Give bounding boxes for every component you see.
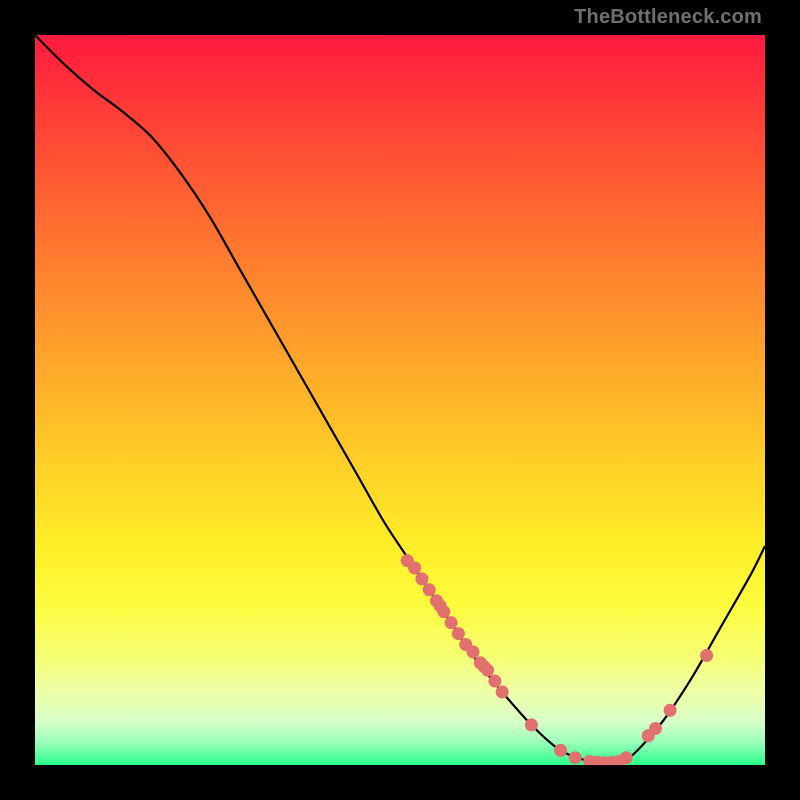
watermark-text: TheBottleneck.com xyxy=(574,6,762,29)
data-marker xyxy=(488,675,501,688)
data-marker xyxy=(423,583,436,596)
data-marker xyxy=(525,718,538,731)
data-marker xyxy=(408,561,421,574)
data-marker xyxy=(649,722,662,735)
data-marker xyxy=(569,751,582,764)
data-marker xyxy=(481,664,494,677)
data-marker xyxy=(664,704,677,717)
data-marker xyxy=(437,605,450,618)
data-marker xyxy=(415,572,428,585)
data-marker xyxy=(554,744,567,757)
data-marker xyxy=(620,751,633,764)
data-marker xyxy=(700,649,713,662)
data-marker xyxy=(496,686,509,699)
bottleneck-chart xyxy=(35,35,765,765)
data-marker xyxy=(452,627,465,640)
chart-svg xyxy=(35,35,765,765)
data-marker xyxy=(445,616,458,629)
data-marker xyxy=(467,645,480,658)
chart-background xyxy=(35,35,765,765)
